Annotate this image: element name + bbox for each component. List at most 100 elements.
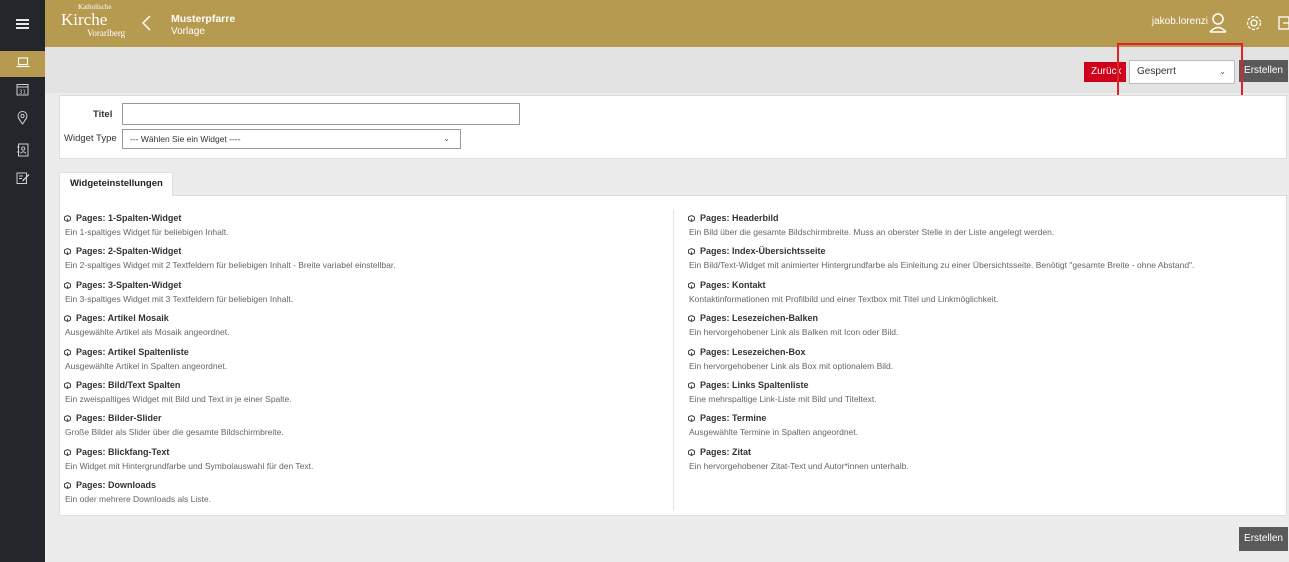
status-select[interactable]: Gesperrt ⌄ (1129, 60, 1235, 84)
widget-description: Ausgewählte Termine in Spalten angeordne… (689, 427, 859, 437)
edit-note-icon (16, 171, 30, 190)
widget-title: Pages: Downloads (76, 480, 157, 490)
create-button-bottom[interactable]: Erstellen (1239, 527, 1288, 551)
widget-title: Pages: Bild/Text Spalten (76, 380, 181, 390)
widget-title: Pages: Zitat (700, 447, 752, 457)
widget-option-bild-text-spalten[interactable]: Pages: Bild/Text Spalten Ein zweispaltig… (64, 379, 292, 405)
widget-title: Pages: Blickfang-Text (76, 447, 170, 457)
widget-title: Pages: 3-Spalten-Widget (76, 280, 182, 290)
widget-description: Ein hervorgehobener Link als Box mit opt… (689, 361, 894, 371)
widget-title: Pages: Headerbild (700, 213, 779, 223)
logout-icon[interactable] (1277, 15, 1289, 31)
widget-description: Ausgewählte Artikel in Spalten angeordne… (65, 361, 228, 371)
widget-option-index-uebersichtsseite[interactable]: Pages: Index-Übersichtsseite Ein Bild/Te… (688, 245, 1194, 271)
widget-description: Eine mehrspaltige Link-Liste mit Bild un… (689, 394, 877, 404)
cube-icon (64, 213, 71, 223)
widget-description: Ein Widget mit Hintergrundfarbe und Symb… (65, 461, 314, 471)
cube-icon (64, 413, 71, 423)
logo-line-2: Kirche (61, 10, 108, 29)
widget-type-select[interactable]: --- Wählen Sie ein Widget ---- ⌄ (122, 129, 461, 149)
widget-option-downloads[interactable]: Pages: Downloads Ein oder mehrere Downlo… (64, 479, 211, 505)
cube-icon (688, 313, 695, 323)
cube-icon (64, 246, 71, 256)
widget-title: Pages: Artikel Spaltenliste (76, 347, 189, 357)
widget-description: Ein zweispaltiges Widget mit Bild und Te… (65, 394, 292, 404)
sidebar-item-calendar[interactable]: 31 (0, 79, 45, 105)
cube-icon (64, 480, 71, 490)
sidebar-item-locations[interactable] (0, 107, 45, 133)
widget-description: Ein 1-spaltiges Widget für beliebigen In… (65, 227, 229, 237)
widget-option-lesezeichen-box[interactable]: Pages: Lesezeichen-Box Ein hervorgehoben… (688, 346, 893, 372)
contacts-icon (16, 143, 29, 162)
widget-option-termine[interactable]: Pages: Termine Ausgewählte Termine in Sp… (688, 412, 858, 438)
widget-description: Ein Bild über die gesamte Bildschirmbrei… (689, 227, 1055, 237)
logo[interactable]: Katholische Kirche Vorarlberg (61, 4, 125, 38)
titel-label: Titel (93, 109, 113, 120)
widget-type-label: Widget Type (64, 133, 117, 144)
cube-icon (64, 380, 71, 390)
cube-icon (688, 380, 695, 390)
widget-description: Ein Bild/Text-Widget mit animierter Hint… (689, 260, 1195, 270)
widget-option-artikel-spaltenliste[interactable]: Pages: Artikel Spaltenliste Ausgewählte … (64, 346, 227, 372)
sidebar-item-contacts[interactable] (0, 139, 45, 165)
widget-title: Pages: Links Spaltenliste (700, 380, 809, 390)
widget-description: Ein 3-spaltiges Widget mit 3 Textfeldern… (65, 294, 294, 304)
cube-icon (688, 347, 695, 357)
widget-option-2-spalten[interactable]: Pages: 2-Spalten-Widget Ein 2-spaltiges … (64, 245, 396, 271)
cube-icon (64, 280, 71, 290)
sidebar-item-pages[interactable] (0, 51, 45, 77)
widget-title: Pages: 1-Spalten-Widget (76, 213, 182, 223)
tab-widgeteinstellungen[interactable]: Widgeteinstellungen (59, 172, 173, 196)
widget-title: Pages: Lesezeichen-Box (700, 347, 806, 357)
widget-option-lesezeichen-balken[interactable]: Pages: Lesezeichen-Balken Ein hervorgeho… (688, 312, 898, 338)
widget-title: Pages: Kontakt (700, 280, 766, 290)
cube-icon (688, 246, 695, 256)
user-icon[interactable] (1208, 12, 1228, 34)
widget-title: Pages: Bilder-Slider (76, 413, 162, 423)
column-divider (673, 210, 674, 510)
logo-line-3: Vorarlberg (87, 28, 126, 38)
create-button[interactable]: Erstellen (1239, 60, 1288, 82)
page-title: Musterpfarre (171, 13, 236, 25)
status-select-value: Gesperrt (1137, 66, 1176, 77)
sidebar-item-posts[interactable] (0, 167, 45, 193)
chevron-left-icon[interactable] (140, 14, 154, 32)
cube-icon (688, 447, 695, 457)
cube-icon (688, 280, 695, 290)
gear-icon[interactable] (1245, 14, 1263, 32)
widget-title: Pages: Lesezeichen-Balken (700, 313, 819, 323)
widget-option-artikel-mosaik[interactable]: Pages: Artikel Mosaik Ausgewählte Artike… (64, 312, 229, 338)
username[interactable]: jakob.lorenzi (1152, 16, 1208, 27)
widget-option-zitat[interactable]: Pages: Zitat Ein hervorgehobener Zitat-T… (688, 446, 909, 472)
titel-input[interactable] (122, 103, 520, 125)
back-button[interactable]: Zurück (1084, 62, 1126, 82)
widget-option-1-spalten[interactable]: Pages: 1-Spalten-Widget Ein 1-spaltiges … (64, 212, 228, 238)
widget-description: Große Bilder als Slider über die gesamte… (65, 427, 284, 437)
chevron-down-icon: ⌄ (1219, 67, 1226, 76)
cube-icon (688, 413, 695, 423)
cube-icon (64, 447, 71, 457)
widget-description: Ein oder mehrere Downloads als Liste. (65, 494, 211, 504)
widget-description: Ein hervorgehobener Zitat-Text und Autor… (689, 461, 909, 471)
cube-icon (64, 313, 71, 323)
widget-title: Pages: Index-Übersichtsseite (700, 246, 826, 256)
widget-description: Ein hervorgehobener Link als Balken mit … (689, 327, 899, 337)
widget-title: Pages: Termine (700, 413, 767, 423)
widget-title: Pages: 2-Spalten-Widget (76, 246, 182, 256)
menu-icon[interactable] (0, 0, 45, 47)
widget-option-links-spaltenliste[interactable]: Pages: Links Spaltenliste Eine mehrspalt… (688, 379, 877, 405)
chevron-down-icon: ⌄ (443, 134, 450, 143)
page-subtitle: Vorlage (171, 26, 205, 37)
cube-icon (688, 213, 695, 223)
widget-option-3-spalten[interactable]: Pages: 3-Spalten-Widget Ein 3-spaltiges … (64, 279, 293, 305)
widget-option-kontakt[interactable]: Pages: Kontakt Kontaktinformationen mit … (688, 279, 998, 305)
widget-description: Ein 2-spaltiges Widget mit 2 Textfeldern… (65, 260, 396, 270)
widget-option-blickfang-text[interactable]: Pages: Blickfang-Text Ein Widget mit Hin… (64, 446, 313, 472)
widget-option-headerbild[interactable]: Pages: Headerbild Ein Bild über die gesa… (688, 212, 1054, 238)
calendar-icon-label: 31 (19, 90, 26, 96)
widget-option-bilder-slider[interactable]: Pages: Bilder-Slider Große Bilder als Sl… (64, 412, 284, 438)
widget-title: Pages: Artikel Mosaik (76, 313, 169, 323)
cube-icon (64, 347, 71, 357)
laptop-icon (16, 55, 30, 73)
widget-type-select-value: --- Wählen Sie ein Widget ---- (130, 134, 241, 144)
